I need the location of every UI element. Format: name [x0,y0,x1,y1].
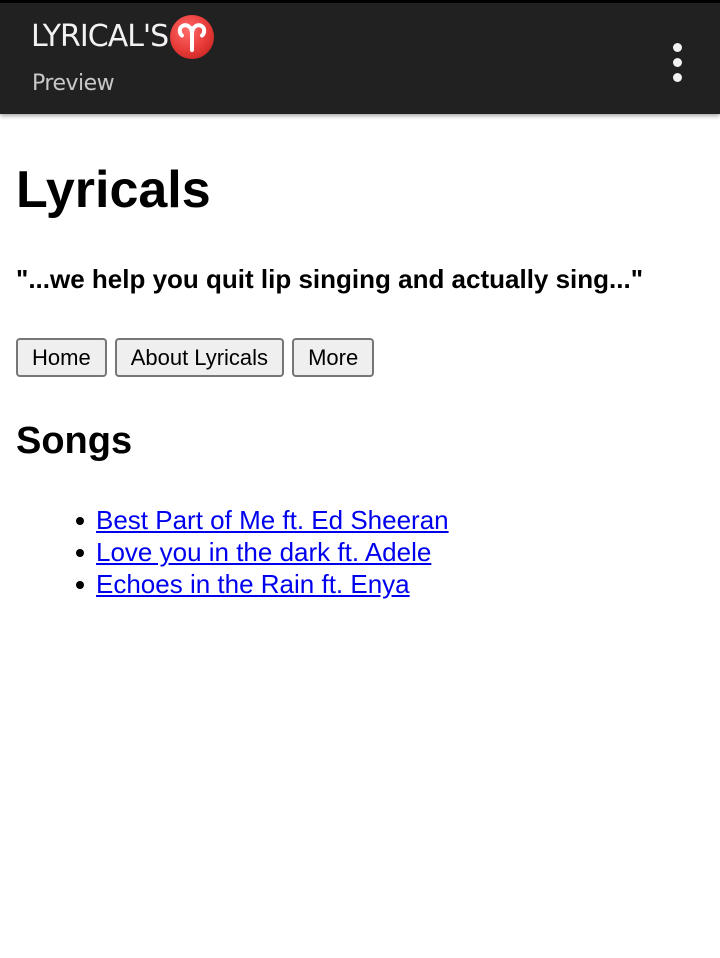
bullet-icon [76,549,84,557]
song-link-love-you-in-the-dark[interactable]: Love you in the dark ft. Adele [96,537,431,567]
home-button[interactable]: Home [16,338,107,377]
menu-dot [672,72,682,82]
app-bar: LYRICAL'S Preview [0,0,720,114]
bullet-icon [76,581,84,589]
list-item: Echoes in the Rain ft. Enya [76,568,449,600]
song-link-echoes-in-the-rain[interactable]: Echoes in the Rain ft. Enya [96,569,410,599]
list-item: Best Part of Me ft. Ed Sheeran [76,504,449,536]
song-link-best-part-of-me[interactable]: Best Part of Me ft. Ed Sheeran [96,505,449,535]
menu-dot [672,42,682,52]
aries-symbol-icon [170,15,215,59]
about-lyricals-button[interactable]: About Lyricals [114,338,285,377]
app-title: LYRICAL'S [31,19,169,54]
more-vert-icon[interactable] [660,39,694,85]
tagline: "...we help you quit lip singing and act… [16,264,644,294]
nav-buttons: Home About Lyricals More [16,338,375,377]
list-item: Love you in the dark ft. Adele [76,536,449,568]
bullet-icon [76,517,84,525]
songs-heading: Songs [16,420,133,462]
app-subtitle: Preview [32,71,115,96]
app-title-row: LYRICAL'S [31,15,215,59]
page-title: Lyricals [16,161,211,219]
songs-list: Best Part of Me ft. Ed Sheeran Love you … [16,504,449,600]
menu-dot [672,57,682,67]
more-button[interactable]: More [292,338,375,377]
